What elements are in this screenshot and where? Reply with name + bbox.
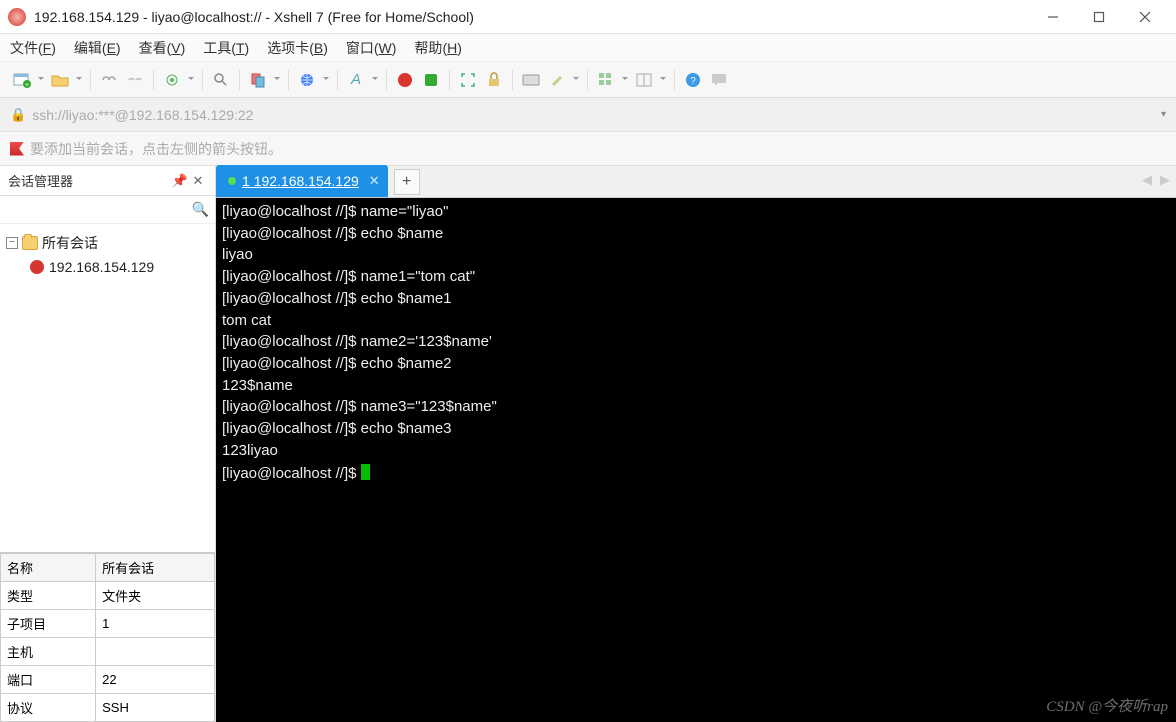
- terminal-area[interactable]: [liyao@localhost //]$ name="liyao" [liya…: [216, 198, 1176, 722]
- layout-icon[interactable]: [632, 68, 656, 92]
- close-button[interactable]: [1122, 2, 1168, 32]
- svg-text:?: ?: [690, 76, 696, 87]
- session-manager-title: 会话管理器: [8, 171, 73, 190]
- unlink-icon[interactable]: [123, 68, 147, 92]
- tab-prev-icon[interactable]: ◀: [1142, 172, 1152, 188]
- menu-bar: 文件(F) 编辑(E) 查看(V) 工具(T) 选项卡(B) 窗口(W) 帮助(…: [0, 34, 1176, 62]
- copy-icon[interactable]: [246, 68, 270, 92]
- table-row: 端口22: [1, 666, 215, 694]
- window-title: 192.168.154.129 - liyao@localhost:// - X…: [34, 9, 1030, 25]
- folder-icon: [22, 236, 38, 250]
- window-titlebar: 192.168.154.129 - liyao@localhost:// - X…: [0, 0, 1176, 34]
- font-icon[interactable]: A: [344, 68, 368, 92]
- tab-bar: 1 192.168.154.129 ✕ + ◀ ▶: [216, 166, 1176, 198]
- settings-icon[interactable]: [160, 68, 184, 92]
- settings-dropdown[interactable]: [186, 68, 196, 92]
- watermark: CSDN @今夜听rap: [1046, 695, 1168, 716]
- menu-window[interactable]: 窗口(W): [346, 38, 397, 58]
- menu-view[interactable]: 查看(V): [139, 38, 186, 58]
- session-tree: − 所有会话 192.168.154.129: [0, 224, 215, 552]
- pin-icon[interactable]: 📌: [171, 173, 189, 189]
- session-status-icon: [30, 260, 44, 274]
- search-icon[interactable]: [209, 68, 233, 92]
- session-search-row: 🔍: [0, 196, 215, 224]
- session-manager-header: 会话管理器 📌 ✕: [0, 166, 215, 196]
- bookmark-flag-icon[interactable]: [10, 142, 24, 156]
- new-session-dropdown[interactable]: [36, 68, 46, 92]
- xftp-icon[interactable]: [419, 68, 443, 92]
- tree-root-label: 所有会话: [42, 233, 98, 253]
- globe-dropdown[interactable]: [321, 68, 331, 92]
- tab-active-session[interactable]: 1 192.168.154.129 ✕: [216, 165, 388, 197]
- table-row: 协议SSH: [1, 694, 215, 722]
- folder-dropdown[interactable]: [74, 68, 84, 92]
- session-manager-panel: 会话管理器 📌 ✕ 🔍 − 所有会话 192.168.154.129 名称所有会…: [0, 166, 216, 722]
- chat-icon[interactable]: [707, 68, 731, 92]
- layout-dropdown[interactable]: [658, 68, 668, 92]
- toolbar: + A ?: [0, 62, 1176, 98]
- panel-close-icon[interactable]: ✕: [189, 173, 207, 189]
- app-logo-icon: [8, 8, 26, 26]
- table-row: 类型文件夹: [1, 582, 215, 610]
- lock-icon[interactable]: [482, 68, 506, 92]
- menu-edit[interactable]: 编辑(E): [74, 38, 121, 58]
- menu-tools[interactable]: 工具(T): [203, 38, 249, 58]
- copy-dropdown[interactable]: [272, 68, 282, 92]
- grid-dropdown[interactable]: [620, 68, 630, 92]
- globe-icon[interactable]: [295, 68, 319, 92]
- tab-close-icon[interactable]: ✕: [369, 173, 380, 189]
- folder-icon[interactable]: [48, 68, 72, 92]
- new-session-icon[interactable]: +: [10, 68, 34, 92]
- tab-next-icon[interactable]: ▶: [1160, 172, 1170, 188]
- font-dropdown[interactable]: [370, 68, 380, 92]
- keyboard-icon[interactable]: [519, 68, 543, 92]
- address-text: ssh://liyao:***@192.168.154.129:22: [32, 107, 1161, 123]
- tree-collapse-icon[interactable]: −: [6, 237, 18, 249]
- highlight-icon[interactable]: [545, 68, 569, 92]
- tab-status-icon: [228, 177, 236, 185]
- search-small-icon[interactable]: 🔍: [192, 201, 209, 218]
- prop-header-name: 名称: [1, 554, 96, 582]
- tree-root-node[interactable]: − 所有会话: [4, 230, 211, 256]
- tree-session-label: 192.168.154.129: [49, 259, 154, 275]
- tab-add-button[interactable]: +: [394, 169, 420, 195]
- grid-icon[interactable]: [594, 68, 618, 92]
- address-bar[interactable]: 🔒 ssh://liyao:***@192.168.154.129:22 ▾: [0, 98, 1176, 132]
- menu-help[interactable]: 帮助(H): [414, 38, 461, 58]
- fullscreen-icon[interactable]: [456, 68, 480, 92]
- minimize-button[interactable]: [1030, 2, 1076, 32]
- bookmark-bar: 要添加当前会话，点击左侧的箭头按钮。: [0, 132, 1176, 166]
- menu-file[interactable]: 文件(F): [10, 38, 56, 58]
- table-row: 子项目1: [1, 610, 215, 638]
- help-icon[interactable]: ?: [681, 68, 705, 92]
- lock-small-icon: 🔒: [10, 107, 26, 123]
- table-row: 主机: [1, 638, 215, 666]
- address-dropdown-icon[interactable]: ▾: [1161, 109, 1166, 120]
- xshell-icon[interactable]: [393, 68, 417, 92]
- menu-tab[interactable]: 选项卡(B): [267, 38, 328, 58]
- highlight-dropdown[interactable]: [571, 68, 581, 92]
- session-properties: 名称所有会话 类型文件夹 子项目1 主机 端口22 协议SSH: [0, 552, 215, 722]
- tree-session-node[interactable]: 192.168.154.129: [4, 256, 211, 278]
- maximize-button[interactable]: [1076, 2, 1122, 32]
- bookmark-hint: 要添加当前会话，点击左侧的箭头按钮。: [30, 139, 282, 159]
- svg-text:+: +: [25, 82, 29, 88]
- prop-header-value: 所有会话: [96, 554, 215, 582]
- link-icon[interactable]: [97, 68, 121, 92]
